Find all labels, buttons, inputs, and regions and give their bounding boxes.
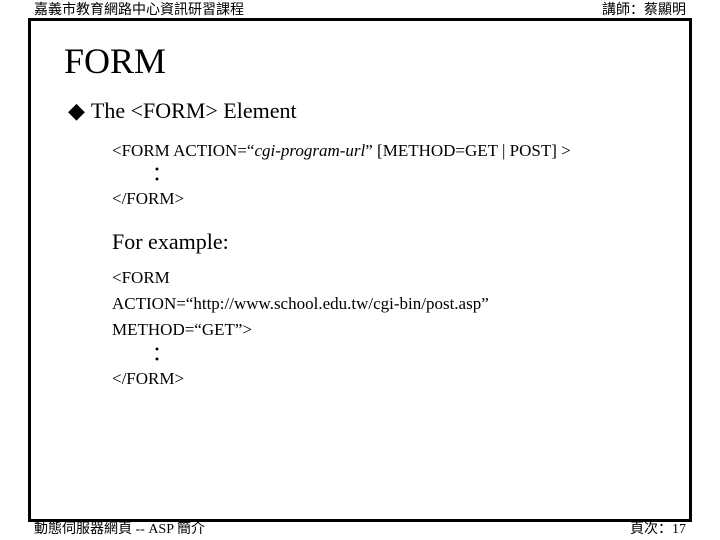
bullet-line: ◆The <FORM> Element <box>68 98 668 124</box>
footer-right-label: 頁次： <box>630 522 672 537</box>
syntax-open-pre: <FORM ACTION=“ <box>112 141 254 160</box>
example-dots: ： <box>152 344 668 366</box>
bullet-icon: ◆ <box>68 98 85 123</box>
syntax-block: <FORM ACTION=“cgi-program-url” [METHOD=G… <box>112 138 668 164</box>
bullet-text: The <FORM> Element <box>91 98 297 123</box>
slide-content: FORM ◆The <FORM> Element <FORM ACTION=“c… <box>28 18 692 522</box>
example-line3: METHOD=“GET”> <box>112 317 668 343</box>
header-left: 嘉義市教育網路中心資訊研習課程 <box>34 4 244 18</box>
page-title: FORM <box>52 40 668 82</box>
slide: 嘉義市教育網路中心資訊研習課程 講師：蔡顯明 FORM ◆The <FORM> … <box>0 0 720 540</box>
syntax-open-italic: cgi-program-url <box>254 141 365 160</box>
syntax-dots: ： <box>152 164 668 186</box>
footer-left: 動態伺服器網頁 -- ASP 簡介 <box>34 518 205 538</box>
syntax-close: </FORM> <box>112 189 184 208</box>
footer-right: 頁次：17 <box>630 518 686 538</box>
header-right: 講師：蔡顯明 <box>602 4 686 18</box>
slide-footer: 動態伺服器網頁 -- ASP 簡介 頁次：17 <box>34 518 686 538</box>
example-line1: <FORM <box>112 265 668 291</box>
syntax-close-line: </FORM> <box>112 186 668 212</box>
footer-page: 17 <box>672 522 686 537</box>
example-block: <FORM ACTION=“http://www.school.edu.tw/c… <box>112 265 668 344</box>
example-close-line: </FORM> <box>112 366 668 392</box>
syntax-open-post: ” [METHOD=GET | POST] > <box>365 141 570 160</box>
example-close: </FORM> <box>112 369 184 388</box>
example-label: For example: <box>112 229 668 255</box>
example-line2: ACTION=“http://www.school.edu.tw/cgi-bin… <box>112 291 668 317</box>
slide-header: 嘉義市教育網路中心資訊研習課程 講師：蔡顯明 <box>0 0 720 18</box>
syntax-open-line: <FORM ACTION=“cgi-program-url” [METHOD=G… <box>112 138 668 164</box>
